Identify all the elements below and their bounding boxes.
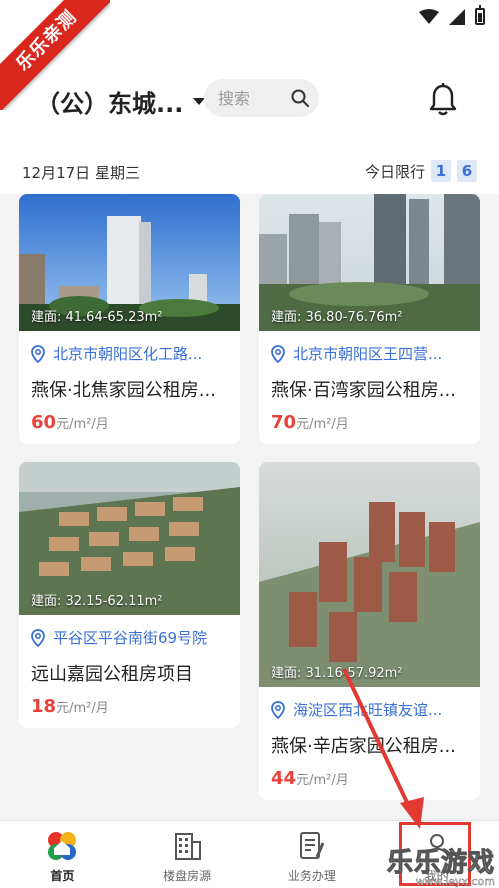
- ribbon-badge: 乐乐亲测: [0, 0, 110, 110]
- home-logo-icon: [48, 832, 77, 860]
- price-value: 70: [271, 412, 297, 433]
- nav-label: 业务办理: [287, 869, 336, 883]
- nav-label: 首页: [50, 869, 75, 883]
- price-row: 44元/m²/月: [259, 768, 480, 789]
- price-row: 18元/m²/月: [19, 696, 240, 717]
- limit-number: 1: [431, 160, 451, 182]
- property-title: 燕保·辛店家园公租房...: [271, 736, 456, 757]
- ribbon-text: 乐乐亲测: [0, 0, 110, 110]
- price-value: 18: [31, 696, 57, 717]
- wifi-icon: [419, 8, 439, 24]
- nav-item-services[interactable]: 业务办理: [250, 821, 375, 888]
- nav-item-listings[interactable]: 楼盘房源: [125, 821, 250, 888]
- nav-item-home[interactable]: 首页: [0, 821, 125, 888]
- property-card[interactable]: 建面: 31.16-57.92m² 海淀区西北旺镇友谊... 燕保·辛店家园公租…: [259, 462, 480, 800]
- location-pin-icon: [271, 700, 285, 719]
- property-card[interactable]: 建面: 41.64-65.23m² 北京市朝阳区化工路... 燕保·北焦家园公租…: [19, 194, 240, 444]
- area-label: 建面: 31.16-57.92m²: [271, 666, 403, 681]
- search-input[interactable]: [218, 88, 282, 108]
- watermark: 乐乐游戏 www.leyx.com: [386, 842, 495, 888]
- document-pen-icon: [299, 832, 325, 859]
- property-title: 燕保·北焦家园公租房...: [31, 380, 216, 401]
- property-image: 建面: 36.80-76.76m²: [259, 194, 480, 331]
- property-card[interactable]: 建面: 32.15-62.11m² 平谷区平谷南街69号院 远山嘉园公租房项目 …: [19, 462, 240, 728]
- price-value: 60: [31, 412, 57, 433]
- watermark-title: 乐乐游戏: [386, 848, 495, 879]
- property-image: 建面: 32.15-62.11m²: [19, 462, 240, 615]
- address-row: 平谷区平谷南街69号院: [19, 627, 240, 648]
- price-unit: 元/m²/月: [56, 417, 109, 432]
- bell-icon[interactable]: [428, 82, 458, 116]
- search-icon[interactable]: [291, 89, 309, 107]
- area-label: 建面: 41.64-65.23m²: [31, 310, 163, 325]
- address-row: 北京市朝阳区化工路...: [19, 343, 240, 364]
- date-row: 12月17日 星期三 今日限行 1 6: [0, 154, 499, 194]
- battery-icon: [475, 5, 485, 25]
- price-value: 44: [271, 768, 297, 789]
- area-label: 建面: 32.15-62.11m²: [31, 594, 163, 609]
- address-text: 海淀区西北旺镇友谊...: [293, 701, 443, 719]
- area-label: 建面: 36.80-76.76m²: [271, 310, 403, 325]
- price-unit: 元/m²/月: [296, 417, 349, 432]
- address-text: 平谷区平谷南街69号院: [53, 629, 208, 647]
- property-card[interactable]: 建面: 36.80-76.76m² 北京市朝阳区王四营... 燕保·百湾家园公租…: [259, 194, 480, 444]
- search-bar[interactable]: [204, 79, 319, 117]
- limit-number: 6: [457, 160, 477, 182]
- location-pin-icon: [31, 628, 45, 647]
- price-unit: 元/m²/月: [56, 701, 109, 716]
- location-pin-icon: [31, 344, 45, 363]
- limit-label: 今日限行: [364, 162, 425, 181]
- property-image: 建面: 31.16-57.92m²: [259, 462, 480, 687]
- building-icon: [175, 833, 202, 860]
- property-title: 燕保·百湾家园公租房...: [271, 380, 456, 401]
- location-pin-icon: [271, 344, 285, 363]
- address-text: 北京市朝阳区王四营...: [293, 345, 443, 363]
- nav-label: 楼盘房源: [163, 869, 212, 883]
- address-text: 北京市朝阳区化工路...: [53, 345, 203, 363]
- price-row: 70元/m²/月: [259, 412, 480, 433]
- address-row: 北京市朝阳区王四营...: [259, 343, 480, 364]
- price-row: 60元/m²/月: [19, 412, 240, 433]
- property-title: 远山嘉园公租房项目: [31, 664, 193, 685]
- price-unit: 元/m²/月: [296, 773, 349, 788]
- date-text: 12月17日 星期三: [22, 164, 140, 182]
- address-row: 海淀区西北旺镇友谊...: [259, 699, 480, 720]
- traffic-limit: 今日限行 1 6: [365, 160, 477, 182]
- property-image: 建面: 41.64-65.23m²: [19, 194, 240, 331]
- signal-icon: [449, 8, 465, 25]
